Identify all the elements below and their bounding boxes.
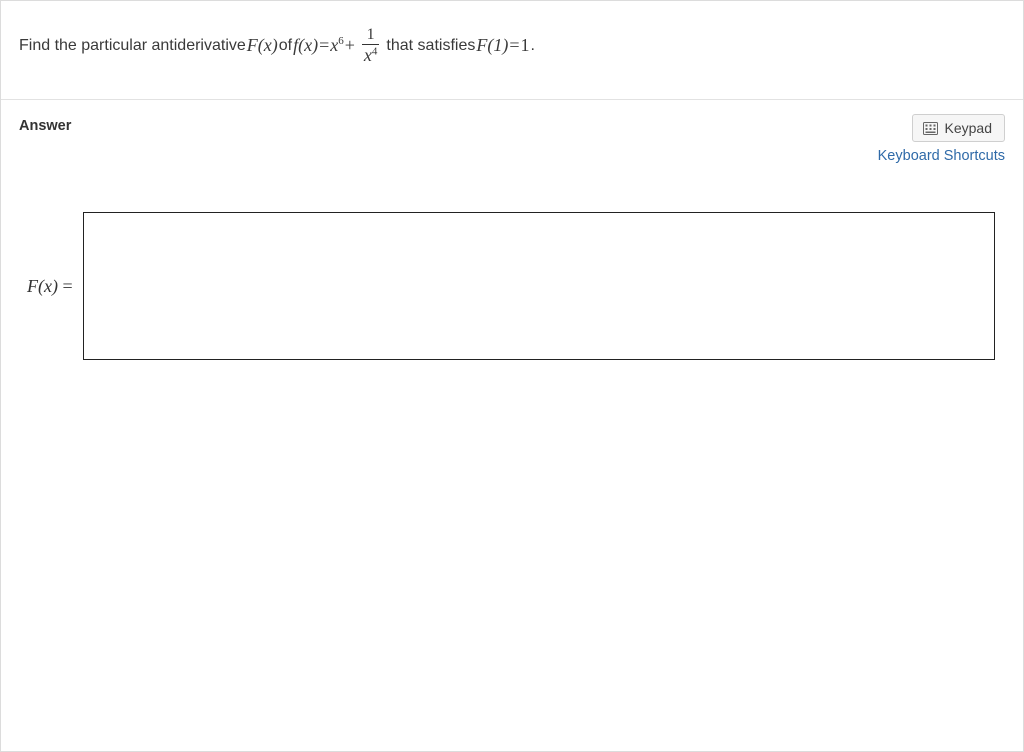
question-prefix: Find the particular antiderivative: [19, 35, 246, 57]
keypad-icon: [923, 122, 938, 135]
math-f-of-x: f(x): [293, 33, 318, 58]
answer-input[interactable]: [83, 212, 995, 360]
question-period: .: [530, 35, 534, 57]
answer-controls: Keypad Keyboard Shortcuts: [878, 114, 1005, 164]
answer-input-row: F(x) =: [19, 212, 1005, 360]
question-panel: Find the particular antiderivative F(x) …: [1, 1, 1023, 100]
math-x6: x6: [330, 33, 344, 58]
math-F-of-x: F(x): [247, 33, 278, 58]
keyboard-shortcuts-link[interactable]: Keyboard Shortcuts: [878, 148, 1005, 164]
answer-panel: Answer: [1, 100, 1023, 378]
fraction-denominator: x4: [362, 44, 380, 65]
fraction-numerator: 1: [365, 27, 377, 44]
math-equals-2: =: [509, 33, 519, 58]
problem-page: Find the particular antiderivative F(x) …: [0, 0, 1024, 752]
question-text: Find the particular antiderivative F(x) …: [19, 27, 535, 65]
math-equals-1: =: [319, 33, 329, 58]
math-one: 1: [520, 33, 529, 58]
keypad-button[interactable]: Keypad: [912, 114, 1005, 142]
answer-heading: Answer: [19, 114, 71, 134]
question-mid: that satisfies: [386, 35, 475, 57]
answer-header: Answer: [19, 114, 1005, 164]
answer-input-prefix: F(x) =: [21, 276, 83, 297]
math-fraction: 1 x4: [362, 27, 380, 65]
math-plus: +: [345, 33, 355, 58]
keypad-button-label: Keypad: [945, 120, 992, 136]
math-F-of-1: F(1): [476, 33, 508, 58]
question-of: of: [279, 35, 292, 57]
